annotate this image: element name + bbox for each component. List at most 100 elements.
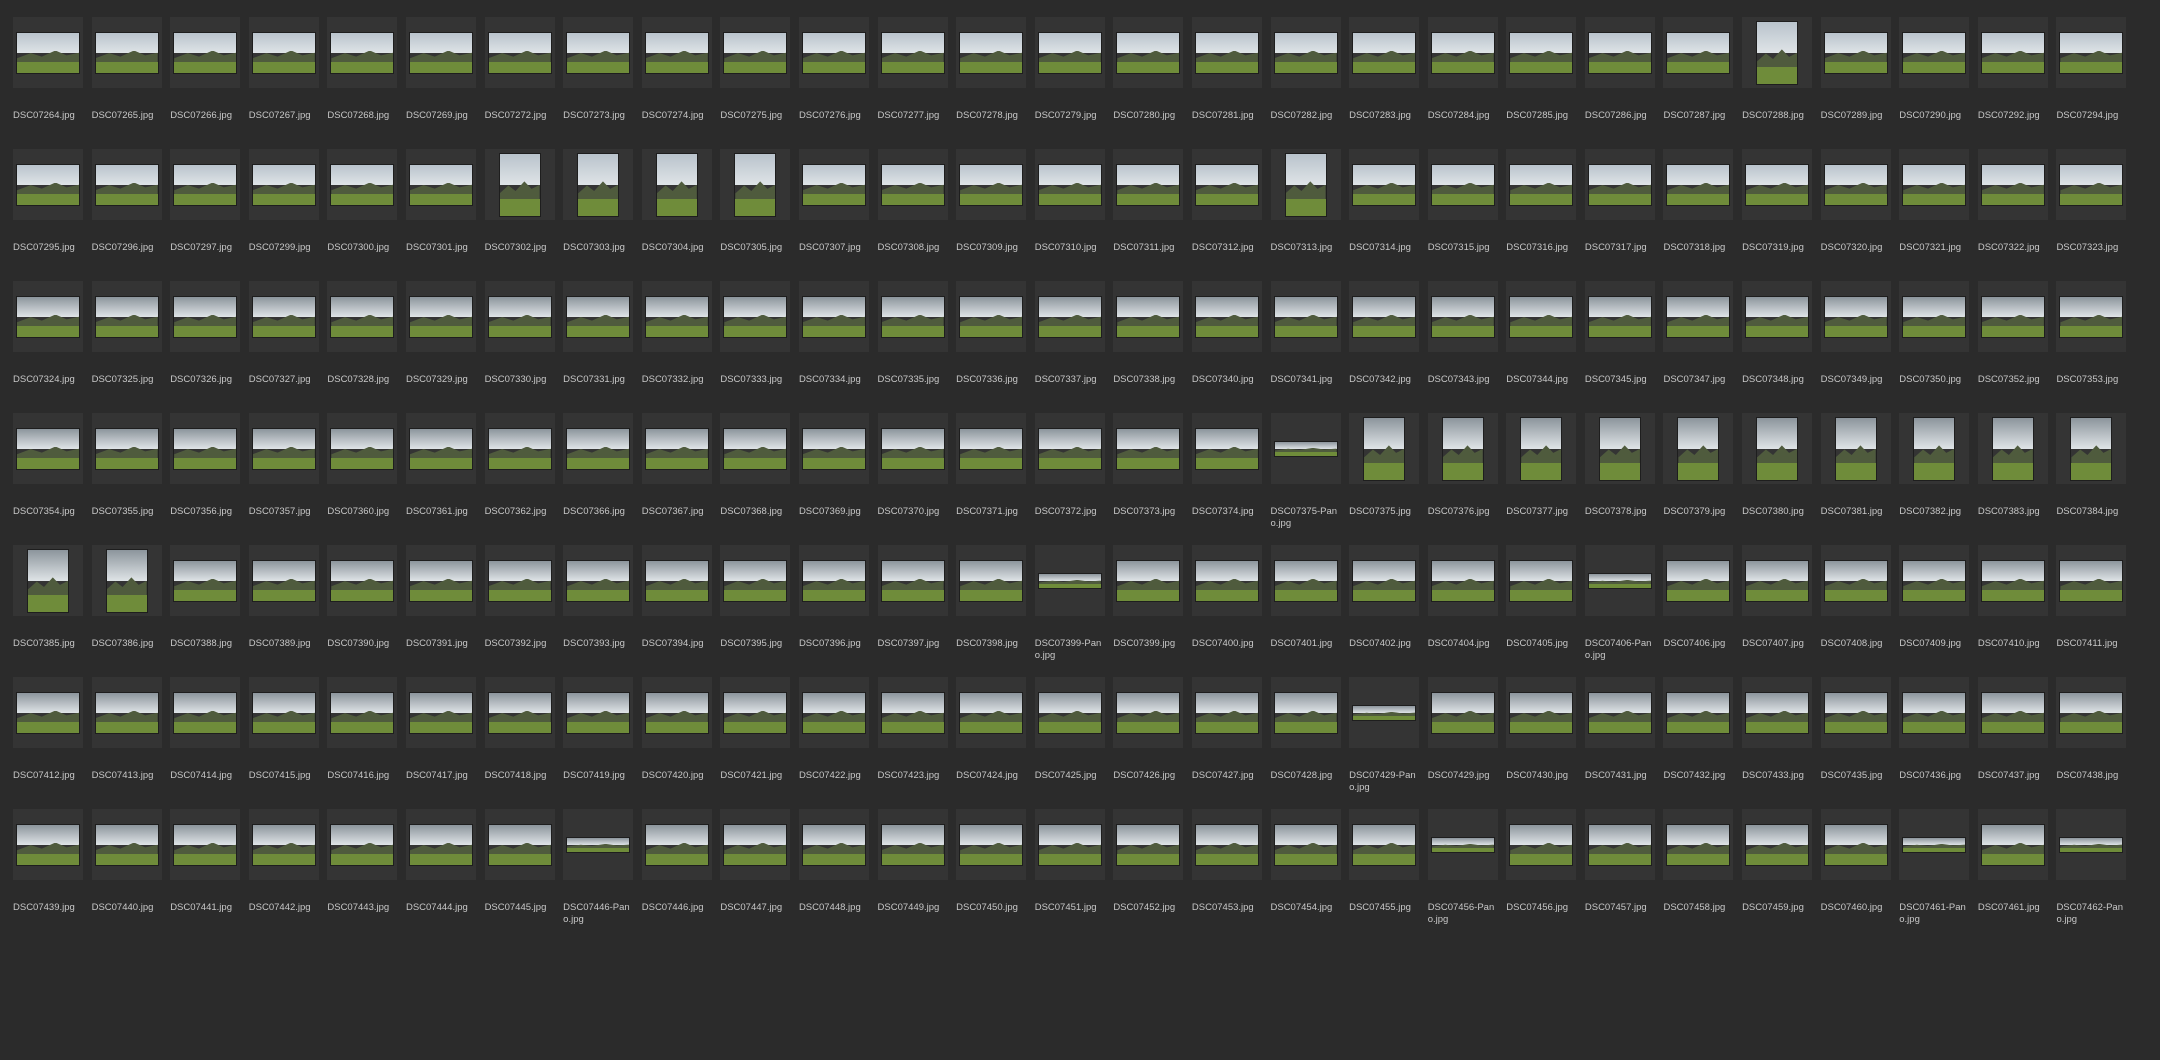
photo-thumbnail[interactable]	[1353, 705, 1416, 720]
thumbnail-tile[interactable]: DSC07302.jpg	[484, 145, 555, 273]
photo-thumbnail[interactable]	[2060, 837, 2123, 852]
photo-thumbnail[interactable]	[2060, 164, 2123, 205]
photo-thumbnail[interactable]	[488, 428, 551, 469]
photo-thumbnail[interactable]	[1195, 692, 1258, 733]
photo-thumbnail[interactable]	[1510, 296, 1573, 337]
thumbnail-tile[interactable]: DSC07401.jpg	[1270, 541, 1341, 669]
thumbnail-tile[interactable]: DSC07378.jpg	[1584, 409, 1655, 537]
thumbnail-tile[interactable]: DSC07446-Pano.jpg	[563, 805, 634, 933]
thumbnail-tile[interactable]: DSC07442.jpg	[248, 805, 319, 933]
thumbnail-tile[interactable]: DSC07425.jpg	[1034, 673, 1105, 801]
photo-thumbnail[interactable]	[1981, 824, 2044, 865]
photo-thumbnail[interactable]	[1510, 560, 1573, 601]
thumbnail-tile[interactable]: DSC07456-Pano.jpg	[1427, 805, 1498, 933]
photo-thumbnail[interactable]	[960, 560, 1023, 601]
thumbnail-tile[interactable]: DSC07324.jpg	[13, 277, 83, 405]
thumbnail-tile[interactable]: DSC07296.jpg	[91, 145, 162, 273]
photo-thumbnail[interactable]	[1038, 428, 1101, 469]
thumbnail-tile[interactable]: DSC07428.jpg	[1270, 673, 1341, 801]
photo-thumbnail[interactable]	[1588, 573, 1651, 588]
thumbnail-tile[interactable]: DSC07273.jpg	[563, 13, 634, 141]
photo-thumbnail[interactable]	[724, 692, 787, 733]
thumbnail-tile[interactable]: DSC07323.jpg	[2056, 145, 2127, 273]
photo-thumbnail[interactable]	[95, 164, 158, 205]
thumbnail-tile[interactable]: DSC07283.jpg	[1349, 13, 1420, 141]
thumbnail-tile[interactable]: DSC07333.jpg	[720, 277, 791, 405]
thumbnail-tile[interactable]: DSC07277.jpg	[877, 13, 948, 141]
photo-thumbnail[interactable]	[567, 428, 630, 469]
photo-thumbnail[interactable]	[1746, 560, 1809, 601]
thumbnail-tile[interactable]: DSC07305.jpg	[720, 145, 791, 273]
thumbnail-tile[interactable]: DSC07349.jpg	[1820, 277, 1891, 405]
thumbnail-tile[interactable]: DSC07267.jpg	[248, 13, 319, 141]
photo-thumbnail[interactable]	[960, 428, 1023, 469]
photo-thumbnail[interactable]	[1992, 417, 2033, 480]
thumbnail-tile[interactable]: DSC07376.jpg	[1427, 409, 1498, 537]
thumbnail-tile[interactable]: DSC07336.jpg	[956, 277, 1027, 405]
thumbnail-tile[interactable]: DSC07294.jpg	[2056, 13, 2127, 141]
thumbnail-tile[interactable]: DSC07389.jpg	[248, 541, 319, 669]
photo-thumbnail[interactable]	[1038, 164, 1101, 205]
thumbnail-tile[interactable]: DSC07345.jpg	[1584, 277, 1655, 405]
thumbnail-tile[interactable]: DSC07352.jpg	[1977, 277, 2048, 405]
photo-thumbnail[interactable]	[1353, 560, 1416, 601]
photo-thumbnail[interactable]	[1431, 837, 1494, 852]
photo-thumbnail[interactable]	[1510, 824, 1573, 865]
thumbnail-tile[interactable]: DSC07375.jpg	[1349, 409, 1420, 537]
photo-thumbnail[interactable]	[17, 428, 79, 469]
thumbnail-tile[interactable]: DSC07459.jpg	[1742, 805, 1813, 933]
thumbnail-tile[interactable]: DSC07385.jpg	[13, 541, 83, 669]
photo-thumbnail[interactable]	[960, 32, 1023, 73]
photo-thumbnail[interactable]	[488, 560, 551, 601]
thumbnail-tile[interactable]: DSC07292.jpg	[1977, 13, 2048, 141]
thumbnail-tile[interactable]: DSC07313.jpg	[1270, 145, 1341, 273]
thumbnail-tile[interactable]: DSC07427.jpg	[1191, 673, 1262, 801]
photo-thumbnail[interactable]	[567, 32, 630, 73]
thumbnail-tile[interactable]: DSC07314.jpg	[1349, 145, 1420, 273]
photo-thumbnail[interactable]	[1824, 32, 1887, 73]
photo-thumbnail[interactable]	[960, 824, 1023, 865]
thumbnail-tile[interactable]: DSC07353.jpg	[2056, 277, 2127, 405]
photo-thumbnail[interactable]	[409, 32, 472, 73]
photo-thumbnail[interactable]	[488, 296, 551, 337]
thumbnail-tile[interactable]: DSC07430.jpg	[1506, 673, 1577, 801]
photo-thumbnail[interactable]	[1981, 560, 2044, 601]
thumbnail-tile[interactable]: DSC07436.jpg	[1899, 673, 1970, 801]
thumbnail-tile[interactable]: DSC07340.jpg	[1191, 277, 1262, 405]
photo-thumbnail[interactable]	[1038, 32, 1101, 73]
photo-thumbnail[interactable]	[1914, 417, 1955, 480]
photo-thumbnail[interactable]	[1667, 32, 1730, 73]
thumbnail-tile[interactable]: DSC07397.jpg	[877, 541, 948, 669]
photo-thumbnail[interactable]	[724, 824, 787, 865]
thumbnail-tile[interactable]: DSC07290.jpg	[1899, 13, 1970, 141]
photo-thumbnail[interactable]	[409, 164, 472, 205]
photo-thumbnail[interactable]	[802, 560, 865, 601]
photo-thumbnail[interactable]	[645, 296, 708, 337]
thumbnail-tile[interactable]: DSC07426.jpg	[1113, 673, 1184, 801]
photo-thumbnail[interactable]	[1117, 296, 1180, 337]
photo-thumbnail[interactable]	[488, 692, 551, 733]
photo-thumbnail[interactable]	[1746, 692, 1809, 733]
thumbnail-tile[interactable]: DSC07461-Pano.jpg	[1899, 805, 1970, 933]
thumbnail-tile[interactable]: DSC07355.jpg	[91, 409, 162, 537]
photo-thumbnail[interactable]	[331, 296, 394, 337]
photo-thumbnail[interactable]	[645, 428, 708, 469]
thumbnail-tile[interactable]: DSC07347.jpg	[1663, 277, 1734, 405]
photo-thumbnail[interactable]	[567, 296, 630, 337]
photo-thumbnail[interactable]	[567, 692, 630, 733]
photo-thumbnail[interactable]	[331, 824, 394, 865]
thumbnail-tile[interactable]: DSC07429-Pano.jpg	[1349, 673, 1420, 801]
photo-thumbnail[interactable]	[735, 153, 776, 216]
photo-thumbnail[interactable]	[1274, 441, 1337, 456]
thumbnail-tile[interactable]: DSC07409.jpg	[1899, 541, 1970, 669]
thumbnail-tile[interactable]: DSC07456.jpg	[1506, 805, 1577, 933]
photo-thumbnail[interactable]	[881, 428, 944, 469]
thumbnail-tile[interactable]: DSC07344.jpg	[1506, 277, 1577, 405]
thumbnail-tile[interactable]: DSC07367.jpg	[641, 409, 712, 537]
photo-thumbnail[interactable]	[1038, 573, 1101, 588]
thumbnail-tile[interactable]: DSC07327.jpg	[248, 277, 319, 405]
thumbnail-tile[interactable]: DSC07297.jpg	[170, 145, 241, 273]
thumbnail-tile[interactable]: DSC07439.jpg	[13, 805, 83, 933]
thumbnail-tile[interactable]: DSC07391.jpg	[405, 541, 476, 669]
thumbnail-tile[interactable]: DSC07438.jpg	[2056, 673, 2127, 801]
